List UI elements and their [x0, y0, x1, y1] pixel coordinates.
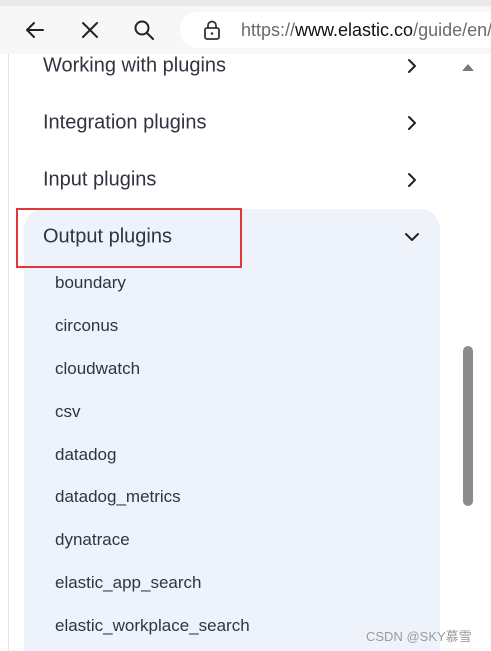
- watermark: CSDN @SKY慕雪: [366, 629, 472, 644]
- nav-subitem-elastic-app-search[interactable]: elastic_app_search: [55, 573, 201, 593]
- nav-subitem-elastic-workplace-search[interactable]: elastic_workplace_search: [55, 616, 250, 636]
- address-bar[interactable]: https://www.elastic.co/guide/en/: [180, 12, 491, 48]
- chevron-right-icon[interactable]: [404, 115, 420, 131]
- nav-subitem-boundary[interactable]: boundary: [55, 273, 126, 293]
- nav-subitem-csv[interactable]: csv: [55, 402, 81, 422]
- nav-subitem-datadog[interactable]: datadog: [55, 445, 116, 465]
- back-arrow-icon: [26, 22, 44, 38]
- lock-icon[interactable]: [200, 18, 224, 42]
- url-scheme: https://: [241, 19, 296, 40]
- scrollbar-thumb[interactable]: [463, 346, 473, 506]
- url-path: /guide/en/: [413, 19, 491, 40]
- vertical-scrollbar[interactable]: [456, 54, 480, 651]
- chevron-right-icon[interactable]: [404, 58, 420, 74]
- nav-subitem-datadog-metrics[interactable]: datadog_metrics: [55, 487, 181, 507]
- nav-subitem-cloudwatch[interactable]: cloudwatch: [55, 359, 140, 379]
- docs-sidebar: Working with plugins Integration plugins…: [0, 54, 491, 651]
- sidebar-divider: [8, 54, 9, 651]
- nav-item-label: Input plugins: [43, 168, 157, 191]
- nav-item-working-with-plugins[interactable]: Working with plugins: [24, 54, 440, 94]
- nav-item-label: Integration plugins: [43, 111, 207, 134]
- search-button[interactable]: [126, 12, 162, 48]
- nav-item-integration-plugins[interactable]: Integration plugins: [24, 95, 440, 151]
- search-icon: [134, 20, 154, 40]
- scroll-up-arrow-icon[interactable]: [462, 64, 474, 71]
- url-host: www.elastic.co: [295, 19, 414, 40]
- close-icon: [82, 22, 98, 38]
- back-button[interactable]: [17, 12, 53, 48]
- nav-item-input-plugins[interactable]: Input plugins: [24, 152, 440, 208]
- nav-item-label: Working with plugins: [43, 54, 227, 77]
- nav-subitem-dynatrace[interactable]: dynatrace: [55, 530, 130, 550]
- browser-toolbar: https://www.elastic.co/guide/en/: [0, 6, 491, 54]
- nav-subitem-circonus[interactable]: circonus: [55, 316, 118, 336]
- url-text[interactable]: https://www.elastic.co/guide/en/: [241, 20, 491, 41]
- chevron-right-icon[interactable]: [404, 172, 420, 188]
- stop-button[interactable]: [72, 12, 108, 48]
- chevron-down-icon[interactable]: [404, 229, 420, 245]
- highlight-annotation: [16, 208, 242, 268]
